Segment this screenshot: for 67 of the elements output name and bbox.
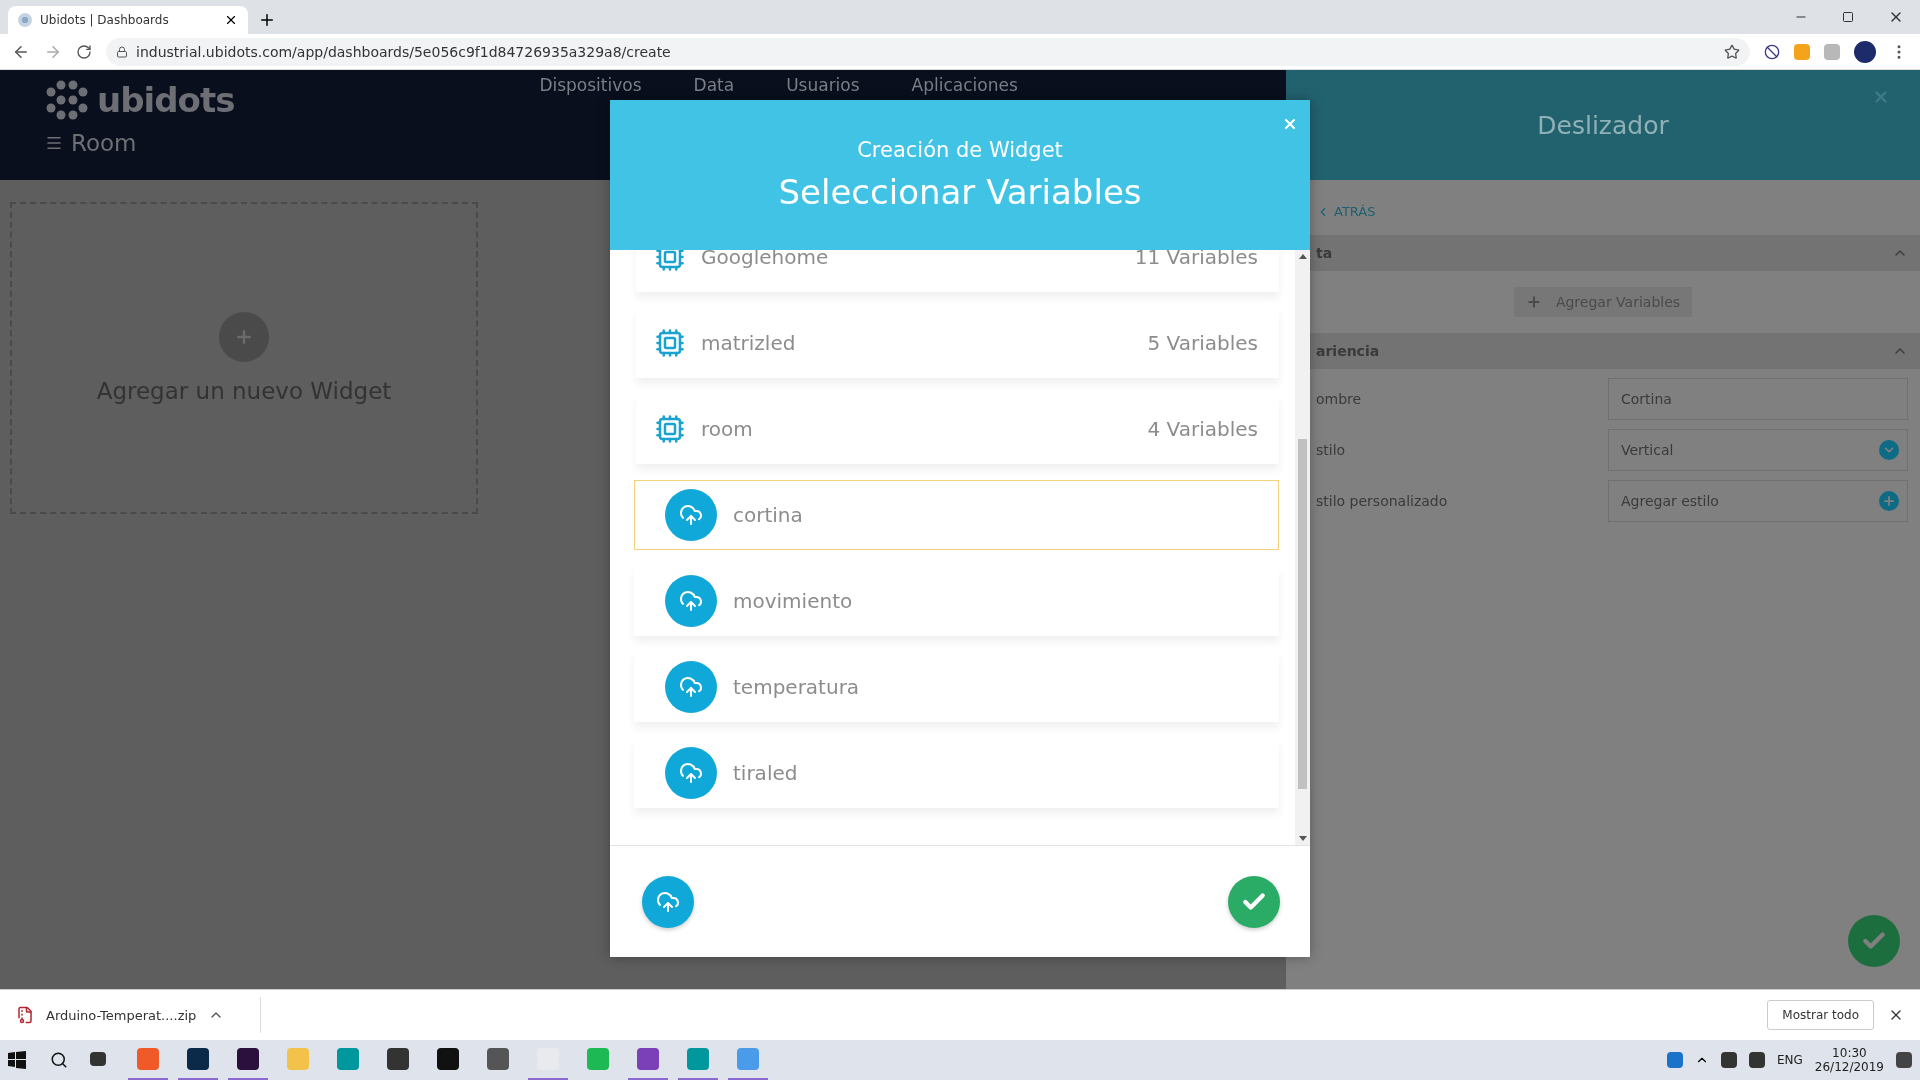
field-label: stilo <box>1316 442 1347 458</box>
device-row[interactable]: room 4 Variables <box>636 394 1279 464</box>
scroll-down-icon[interactable] <box>1298 836 1307 841</box>
back-link[interactable]: ATRÁS <box>1316 204 1376 219</box>
chevron-down-icon <box>1879 440 1899 460</box>
url-text: industrial.ubidots.com/app/dashboards/5e056c9f1d84726935a329a8/create <box>136 43 671 60</box>
clock[interactable]: 10:30 26/12/2019 <box>1814 1046 1884 1074</box>
plus-icon <box>1525 294 1542 310</box>
cloud-upload-icon <box>665 747 717 799</box>
input-field[interactable]: Agregar estilo <box>1608 480 1908 522</box>
close-icon[interactable] <box>224 13 238 27</box>
section-title: ariencia <box>1316 343 1380 359</box>
cloud-upload-icon <box>665 489 717 541</box>
upload-button[interactable] <box>642 875 694 928</box>
language-indicator[interactable]: ENG <box>1776 1053 1803 1067</box>
browser-tab[interactable]: Ubidots | Dashboards <box>8 6 248 34</box>
tab-title: Ubidots | Dashboards <box>40 13 170 27</box>
variable-count: 4 Variables <box>1147 417 1258 441</box>
dialog-title: Seleccionar Variables <box>778 172 1142 212</box>
variable-row[interactable]: cortina <box>634 480 1279 550</box>
nav-link[interactable]: Dispositivos <box>539 75 642 95</box>
menu-icon[interactable] <box>45 134 63 152</box>
scrollbar[interactable] <box>1295 250 1310 845</box>
star-icon[interactable] <box>1724 43 1740 60</box>
variable-count: 5 Variables <box>1147 331 1258 355</box>
show-all-button[interactable]: Mostrar todo <box>1767 1000 1874 1030</box>
section-title: ta <box>1316 245 1333 261</box>
maximize-icon[interactable] <box>1842 11 1854 23</box>
cloud-upload-icon <box>656 889 680 914</box>
variable-row[interactable]: movimiento <box>634 566 1279 636</box>
tray-icon[interactable] <box>1720 1052 1737 1068</box>
chip-icon <box>655 328 685 358</box>
chip-icon <box>655 250 685 272</box>
tray-icon[interactable] <box>1748 1052 1765 1068</box>
profile-avatar[interactable] <box>1854 40 1876 63</box>
field-label: ombre <box>1316 391 1363 407</box>
cloud-upload-icon <box>665 661 717 713</box>
dialog-subtitle: Creación de Widget <box>857 138 1063 162</box>
chip-icon <box>655 414 685 444</box>
address-field[interactable]: industrial.ubidots.com/app/dashboards/5e056c9f1d84726935a329a8/create <box>106 37 1750 66</box>
download-file-name[interactable]: Arduino-Temperat....zip <box>46 1007 197 1023</box>
logo-text: ubidots <box>97 80 235 120</box>
nav-link[interactable]: Data <box>693 75 735 95</box>
plus-icon <box>1879 491 1899 511</box>
plus-icon <box>219 312 269 362</box>
search-icon[interactable] <box>50 1051 68 1069</box>
nav-link[interactable]: Aplicaciones <box>911 75 1018 95</box>
variable-row[interactable]: temperatura <box>634 652 1279 722</box>
archive-icon <box>16 1006 34 1024</box>
dashboard-title: Room <box>71 130 137 156</box>
favicon-icon <box>18 13 32 27</box>
blocked-icon[interactable] <box>1764 43 1780 60</box>
lock-icon <box>116 45 128 58</box>
logo-dots-icon <box>45 80 89 120</box>
cloud-upload-icon <box>665 575 717 627</box>
panel-title: Deslizador <box>1537 110 1669 140</box>
windows-start-icon[interactable] <box>8 1051 26 1069</box>
field-label: stilo personalizado <box>1316 493 1449 509</box>
input-field[interactable]: Cortina <box>1608 378 1908 420</box>
nav-link[interactable]: Usuarios <box>786 75 860 95</box>
device-row[interactable]: matrizled 5 Variables <box>636 308 1279 378</box>
confirm-button[interactable] <box>1228 875 1280 928</box>
select-field[interactable]: Vertical <box>1608 429 1908 471</box>
variable-row[interactable]: tiraled <box>634 738 1279 808</box>
reload-icon[interactable] <box>76 43 92 60</box>
scroll-up-icon[interactable] <box>1298 254 1307 259</box>
new-tab-icon[interactable] <box>258 11 276 29</box>
